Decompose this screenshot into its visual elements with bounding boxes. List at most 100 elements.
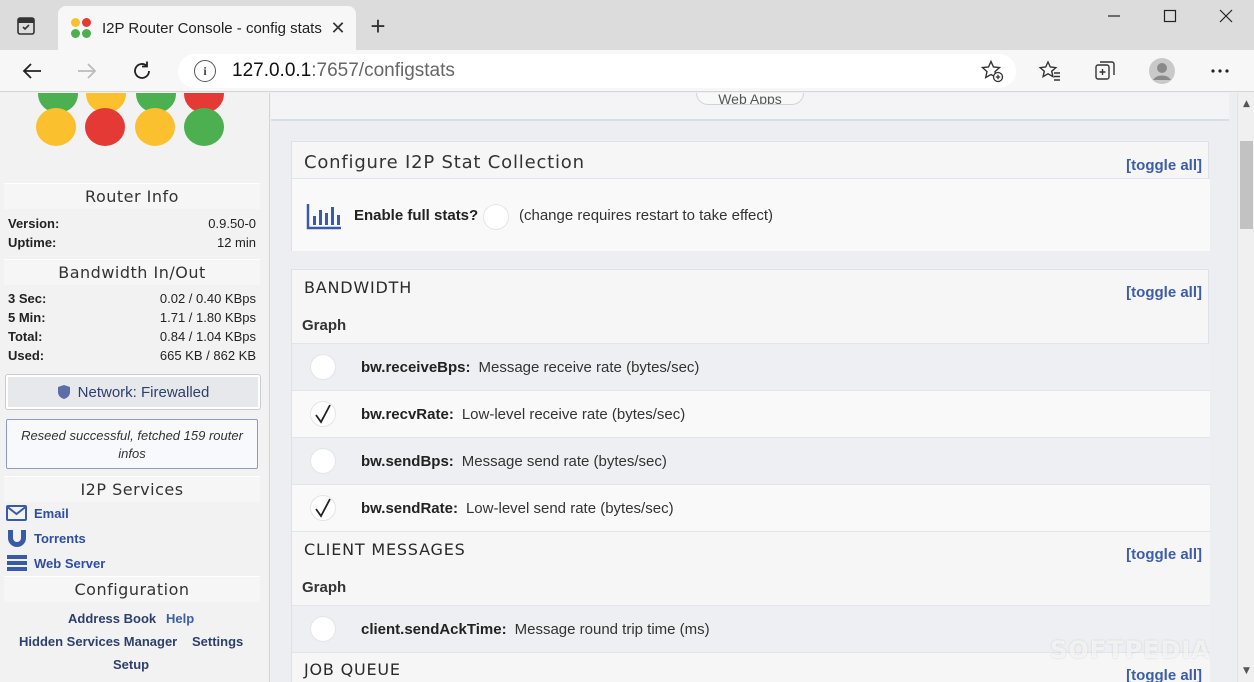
graph-column-label: Graph [302,579,347,596]
i2p-favicon-icon [70,17,92,39]
service-link-web-server[interactable]: Web Server [6,552,105,574]
toggle-all-bandwidth[interactable]: [toggle all] [1126,284,1202,301]
i2p-logo[interactable] [36,93,226,149]
stat-checkbox-bw-recvrate[interactable] [310,401,336,427]
server-icon [7,555,27,571]
bandwidth-title[interactable]: Bandwidth In/Out [4,259,260,285]
vertical-scrollbar[interactable]: ▲ ▼ [1237,93,1254,682]
stat-description: Message round trip time (ms) [514,620,710,638]
maximize-icon [1163,9,1177,23]
stat-checkbox-bw-sendbps[interactable] [310,448,336,474]
stat-checkbox-bw-receivebps[interactable] [310,354,336,380]
scroll-up-icon[interactable]: ▲ [1241,99,1252,109]
service-link-email[interactable]: Email [6,502,69,524]
avatar-icon [1149,58,1175,84]
config-link-setup[interactable]: Setup [113,657,149,672]
stat-row-bw-sendrate: bw.sendRate: Low-level send rate (bytes/… [292,484,1210,531]
bar-chart-icon [306,204,341,230]
network-status-badge[interactable]: Network: Firewalled [6,375,260,409]
full-stats-label: Enable full stats? [354,207,479,224]
stat-description: Message receive rate (bytes/sec) [478,358,700,376]
main-content: Web Apps Configure I2P Stat Collection [… [271,93,1237,682]
new-tab-button[interactable]: + [364,11,392,41]
router-info-uptime: Uptime: 12 min [8,235,256,250]
tab-actions-button[interactable] [8,10,44,42]
maximize-button[interactable] [1150,4,1190,28]
section-title-client-messages: CLIENT MESSAGES [304,540,466,559]
section-title-bandwidth: BANDWIDTH [304,278,413,297]
full-stats-note: (change requires restart to take effect) [519,207,774,224]
browser-toolbar: i 127.0.0.1:7657/configstats [0,50,1254,92]
top-nav-strip: Web Apps [271,93,1229,121]
stat-row-bw-receivebps: bw.receiveBps: Message receive rate (byt… [292,343,1210,390]
stat-name: bw.sendBps: [361,452,454,470]
config-link-address-book[interactable]: Address Book [68,611,156,626]
minimize-button[interactable] [1094,4,1134,28]
toggle-all-link[interactable]: [toggle all] [1126,157,1202,174]
stat-name: bw.sendRate: [361,499,458,517]
minimize-icon [1108,15,1120,17]
web-apps-tab[interactable]: Web Apps [696,93,804,105]
arrow-right-icon [78,63,97,79]
router-info-version: Version: 0.9.50-0 [8,216,256,231]
add-favorite-icon[interactable] [980,59,1004,83]
close-icon [1219,9,1233,23]
stat-name: bw.recvRate: [361,405,454,423]
profile-button[interactable] [1146,55,1178,87]
bandwidth-used: Used: 665 KB / 862 KB [8,348,256,363]
config-link-hidden-services[interactable]: Hidden Services Manager [19,634,177,649]
reseed-notice: Reseed successful, fetched 159 router in… [6,419,258,469]
settings-menu-button[interactable] [1204,55,1236,87]
collections-button[interactable] [1089,55,1121,87]
config-link-settings[interactable]: Settings [192,634,243,649]
address-bar[interactable]: i 127.0.0.1:7657/configstats [178,54,1016,88]
network-status-text: Network: Firewalled [77,383,210,401]
back-button[interactable] [16,55,48,87]
router-info-title[interactable]: Router Info [4,183,260,209]
configuration-title[interactable]: Configuration [4,576,260,602]
arrow-left-icon [22,63,41,79]
stat-row-bw-recvrate: bw.recvRate: Low-level receive rate (byt… [292,390,1210,437]
toggle-all-job-queue[interactable]: [toggle all] [1126,667,1202,682]
router-sidebar: Router Info Version: 0.9.50-0 Uptime: 12 m… [0,93,270,682]
active-tab[interactable]: I2P Router Console - config stats ✕ [58,6,356,50]
window-close-button[interactable] [1206,4,1246,28]
reload-button[interactable] [126,55,158,87]
favorites-button[interactable] [1034,55,1066,87]
stat-checkbox-bw-sendrate[interactable] [310,495,336,521]
services-title[interactable]: I2P Services [4,476,260,502]
service-link-torrents[interactable]: Torrents [6,527,86,549]
softpedia-watermark: SOFTPEDIA [1050,636,1211,664]
site-info-icon[interactable]: i [194,60,216,82]
stat-name: bw.receiveBps: [361,358,471,376]
bandwidth-5min: 5 Min: 1.71 / 1.80 KBps [8,310,256,325]
more-icon [1211,69,1229,73]
browser-titlebar: I2P Router Console - config stats ✕ + [0,0,1254,50]
graph-column-label: Graph [302,317,347,334]
toggle-all-client-messages[interactable]: [toggle all] [1126,546,1202,563]
full-stats-checkbox[interactable] [483,204,509,230]
scroll-down-icon[interactable]: ▼ [1241,666,1252,676]
bandwidth-total: Total: 0.84 / 1.04 KBps [8,329,256,344]
reload-icon [134,61,150,79]
stat-description: Message send rate (bytes/sec) [461,452,667,470]
url-text: 127.0.0.1:7657/configstats [232,60,455,81]
stats-sections-panel: BANDWIDTH [toggle all] Graph bw.receiveB… [291,269,1210,682]
forward-button[interactable] [71,55,103,87]
section-title-job-queue: JOB QUEUE [304,660,401,679]
stat-checkbox-client-sendacktime[interactable] [310,616,336,642]
checkmark-icon [315,404,331,424]
config-stats-panel: Configure I2P Stat Collection [toggle al… [291,141,1210,251]
tab-actions-icon [17,17,35,35]
scrollbar-thumb[interactable] [1240,141,1253,229]
stat-row-bw-sendbps: bw.sendBps: Message send rate (bytes/sec… [292,437,1210,484]
stat-name: client.sendAckTime: [361,620,507,638]
tab-title: I2P Router Console - config stats [102,19,322,37]
tab-close-button[interactable]: ✕ [324,14,352,42]
favorites-icon [1038,60,1060,81]
page-title: Configure I2P Stat Collection [304,152,585,173]
full-stats-row: Enable full stats? (change requires rest… [292,178,1210,251]
email-icon [6,505,27,521]
stat-description: Low-level receive rate (bytes/sec) [461,405,686,423]
config-link-help[interactable]: Help [166,611,194,626]
